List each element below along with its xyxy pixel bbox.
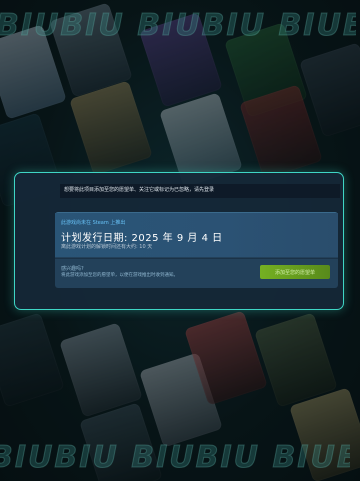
wishlist-description: 将此游戏添加至您的愿望单，以便在游戏推出时收到通知。 xyxy=(61,273,178,278)
remaining-time: 离此游戏计划的解锁时间还有大约: 10 天 xyxy=(61,244,153,250)
login-notice: 想要将此项目添加至您的愿望单、关注它或标记为已忽略，请先登录 xyxy=(60,184,340,198)
interest-question: 感兴趣吗? xyxy=(61,266,84,272)
wishlist-button-label: 添加至您的愿望单 xyxy=(274,269,315,276)
divider xyxy=(55,258,338,259)
coming-soon-label: 此游戏尚未在 Steam 上推出 xyxy=(61,220,126,226)
release-date: 计划发行日期: 2025 年 9 月 4 日 xyxy=(61,233,223,244)
add-to-wishlist-button[interactable]: 添加至您的愿望单 xyxy=(260,265,330,279)
